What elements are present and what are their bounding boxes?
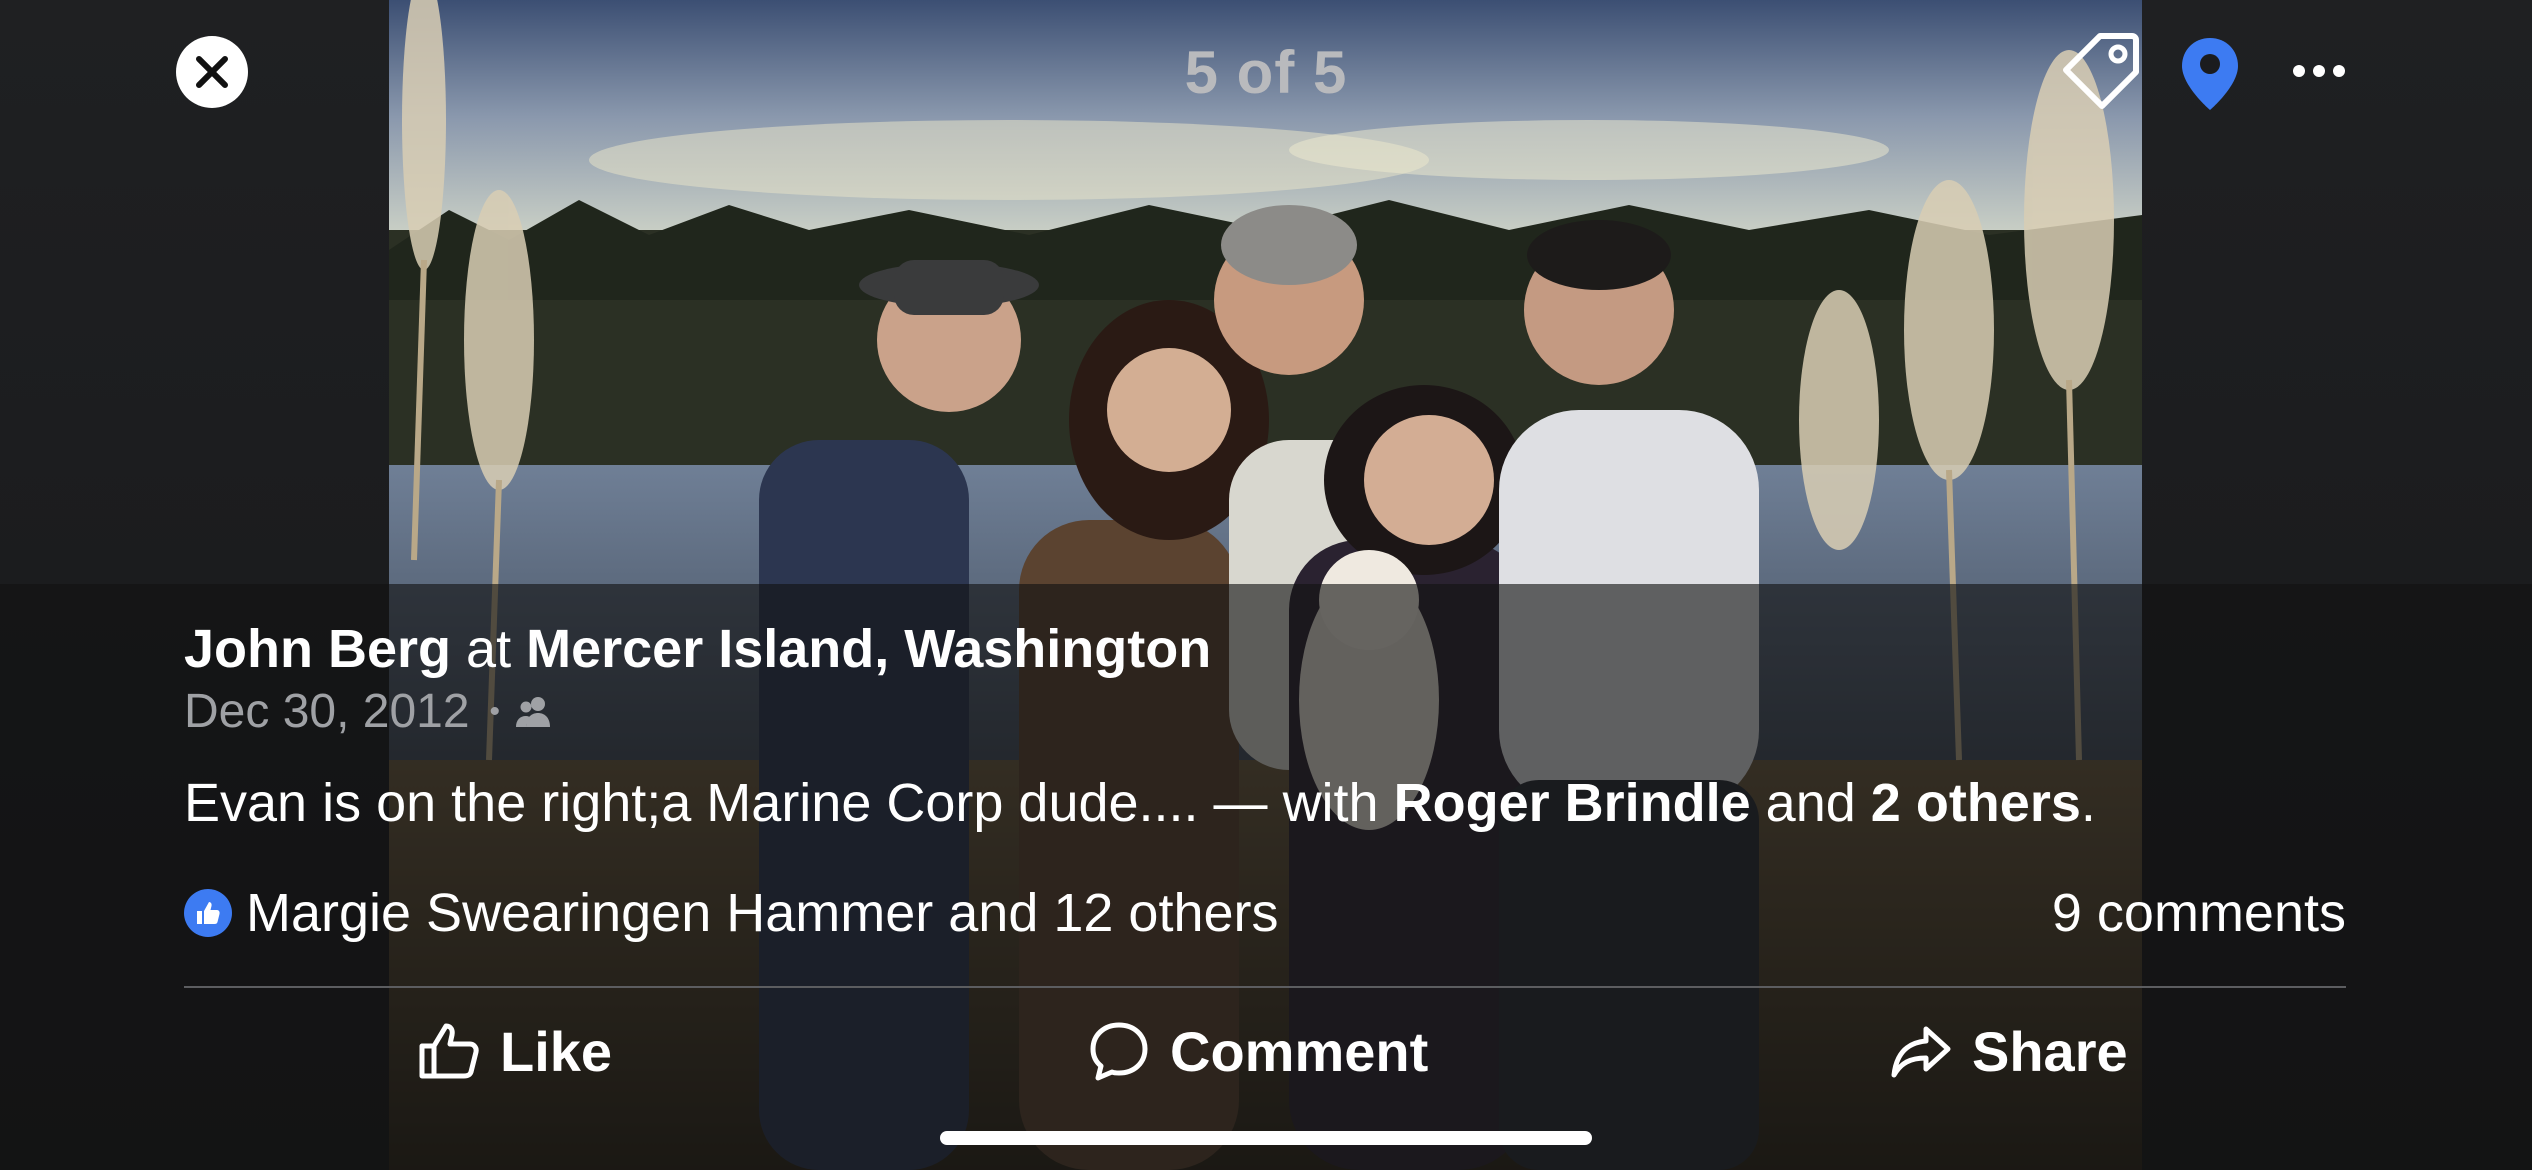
comment-button[interactable]: Comment xyxy=(1088,1016,1428,1086)
meta-separator: • xyxy=(489,694,501,728)
post-title: John Berg at Mercer Island, Washington xyxy=(184,618,1211,680)
close-icon xyxy=(196,56,228,88)
more-options-button[interactable] xyxy=(2292,56,2346,86)
like-label: Like xyxy=(500,1019,613,1083)
tagged-person-link[interactable]: Roger Brindle xyxy=(1394,773,1751,833)
reactions-text: Margie Swearingen Hammer and 12 others xyxy=(246,883,1279,943)
reactions-summary[interactable]: Margie Swearingen Hammer and 12 others xyxy=(184,882,1279,944)
post-caption: Evan is on the right;a Marine Corp dude.… xyxy=(184,772,2096,834)
comments-count[interactable]: 9 comments xyxy=(2052,882,2346,944)
caption-and: and xyxy=(1765,773,1856,833)
location-button[interactable] xyxy=(2180,36,2240,112)
at-text: at xyxy=(466,619,512,679)
comment-icon xyxy=(1090,1022,1148,1081)
home-indicator[interactable] xyxy=(940,1131,1592,1145)
like-button[interactable]: Like xyxy=(418,1016,612,1086)
more-icon xyxy=(2293,65,2345,77)
share-button[interactable]: Share xyxy=(1890,1016,2128,1086)
share-icon xyxy=(1891,1026,1951,1078)
caption-text: Evan is on the right;a Marine Corp dude.… xyxy=(184,773,1379,833)
tagged-others-link[interactable]: 2 others xyxy=(1871,773,2081,833)
caption-end: . xyxy=(2080,773,2096,833)
share-label: Share xyxy=(1972,1019,2128,1083)
location-name[interactable]: Mercer Island, Washington xyxy=(526,619,1211,679)
actions-divider xyxy=(184,986,2346,988)
post-date[interactable]: Dec 30, 2012 xyxy=(184,684,470,739)
author-name[interactable]: John Berg xyxy=(184,619,451,679)
post-meta: Dec 30, 2012 • xyxy=(184,684,554,739)
comment-label: Comment xyxy=(1170,1019,1429,1083)
like-reaction-icon xyxy=(184,889,232,937)
close-button[interactable] xyxy=(176,36,248,108)
thumbs-up-icon xyxy=(419,1023,479,1079)
tag-icon xyxy=(2063,33,2139,109)
friends-icon[interactable] xyxy=(514,695,554,729)
location-pin-icon xyxy=(2182,38,2238,110)
tag-button[interactable] xyxy=(2062,30,2142,110)
photo-counter: 5 of 5 xyxy=(1184,39,1348,106)
